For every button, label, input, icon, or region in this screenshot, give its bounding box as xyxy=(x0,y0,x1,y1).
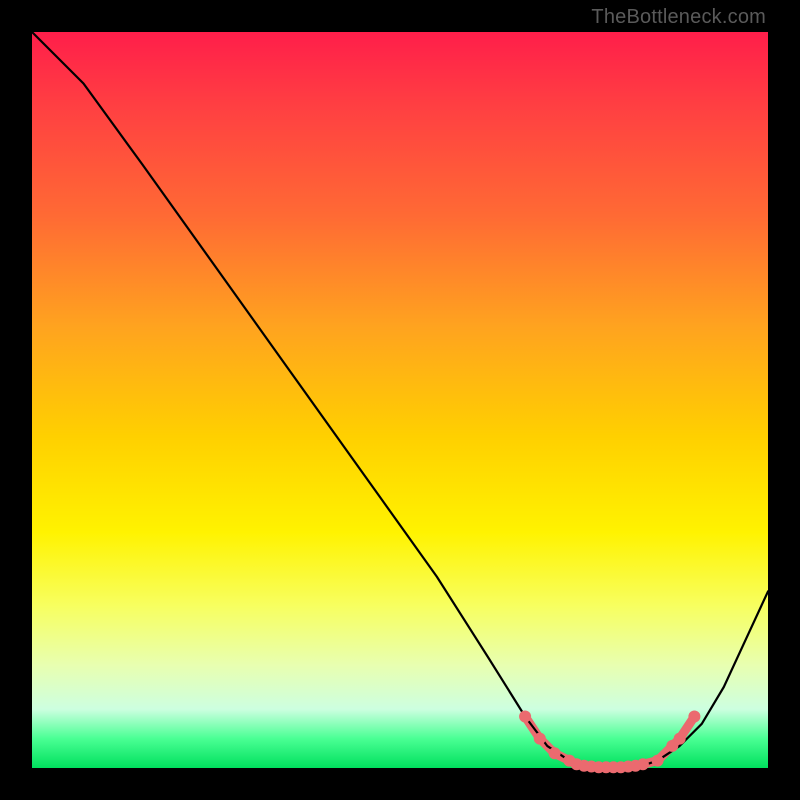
chart-svg xyxy=(32,32,768,768)
attribution-text: TheBottleneck.com xyxy=(591,6,766,29)
highlight-point xyxy=(549,747,561,759)
highlight-point xyxy=(534,733,546,745)
plot-area xyxy=(32,32,768,768)
highlight-point xyxy=(637,758,649,770)
bottleneck-curve-line xyxy=(32,32,768,768)
chart-frame: TheBottleneck.com xyxy=(0,0,800,800)
highlight-point xyxy=(674,733,686,745)
highlight-point xyxy=(519,711,531,723)
highlight-point xyxy=(652,755,664,767)
highlight-point xyxy=(688,711,700,723)
